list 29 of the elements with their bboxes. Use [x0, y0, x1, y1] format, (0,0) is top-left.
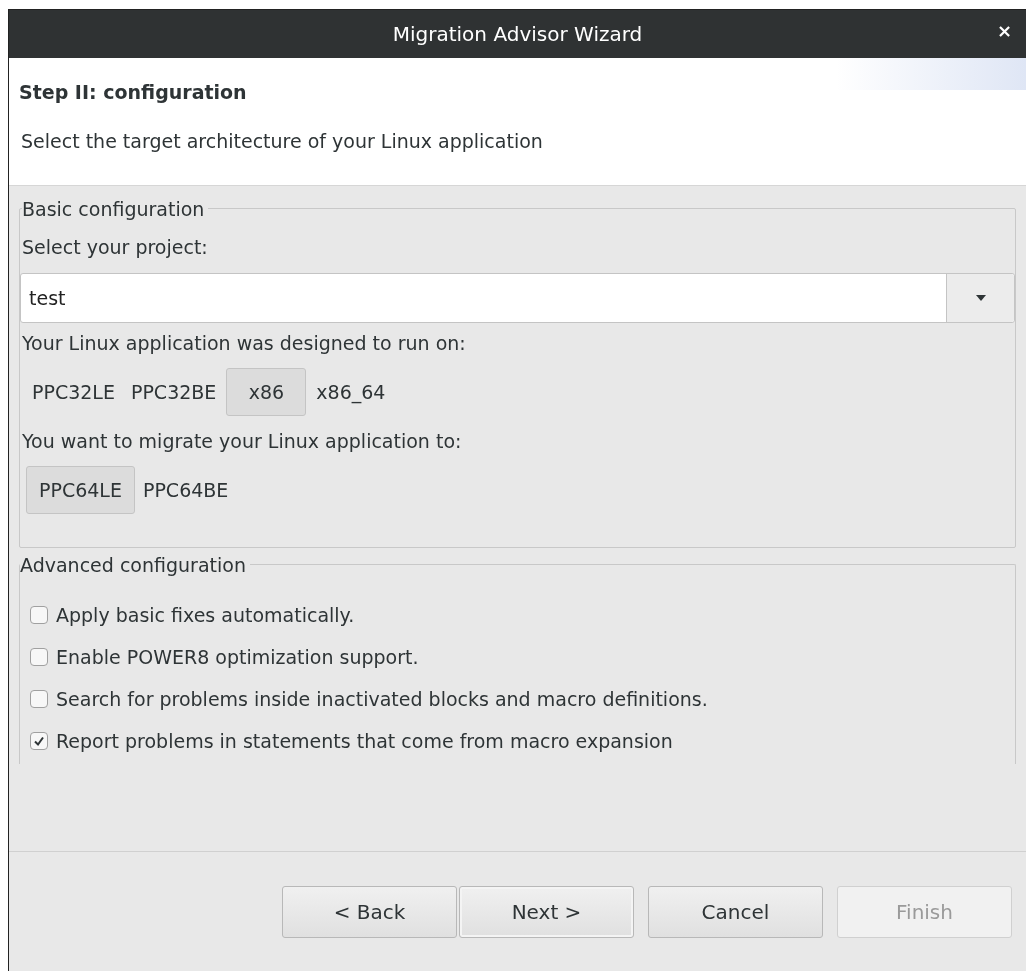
dropdown-button[interactable]: [946, 274, 1014, 322]
architecture-toggle[interactable]: PPC64BE: [136, 466, 235, 514]
step-title: Step II: configuration: [19, 80, 247, 105]
wizard-button[interactable]: < Back: [282, 885, 457, 938]
architecture-toggle[interactable]: x86: [226, 368, 307, 416]
checkbox-label: Report problems in statements that come from macro expansion: [56, 728, 673, 754]
checkbox-label: Enable POWER8 optimization support.: [56, 644, 419, 670]
checkbox[interactable]: [30, 690, 48, 708]
field-label: Select your project:: [22, 234, 208, 260]
wizard-button[interactable]: Next >: [459, 885, 634, 938]
checkbox-label: Search for problems inside inactivated blocks and macro definitions.: [56, 686, 708, 712]
window-title: Migration Advisor Wizard: [392, 21, 643, 48]
checkmark-icon: [33, 735, 45, 747]
architecture-toggle[interactable]: PPC64LE: [26, 466, 135, 514]
caret-icon: [975, 295, 986, 301]
combobox-value: test: [28, 285, 67, 311]
wizard-button[interactable]: Cancel: [648, 885, 823, 938]
checkbox[interactable]: [30, 606, 48, 624]
checkbox[interactable]: [30, 648, 48, 666]
field-label: Your Linux application was designed to run on:: [22, 330, 466, 356]
project-combobox[interactable]: test: [20, 273, 1015, 323]
step-description: Select the target architecture of your Linux application: [21, 129, 543, 152]
architecture-toggle[interactable]: PPC32LE: [26, 368, 121, 416]
checkbox[interactable]: [30, 732, 48, 750]
architecture-toggle[interactable]: x86_64: [310, 368, 392, 416]
field-label: You want to migrate your Linux application to:: [22, 428, 462, 454]
close-button[interactable]: ×: [992, 22, 1016, 40]
checkbox-label: Apply basic fixes automatically.: [56, 602, 355, 628]
architecture-toggle[interactable]: PPC32BE: [124, 368, 223, 416]
